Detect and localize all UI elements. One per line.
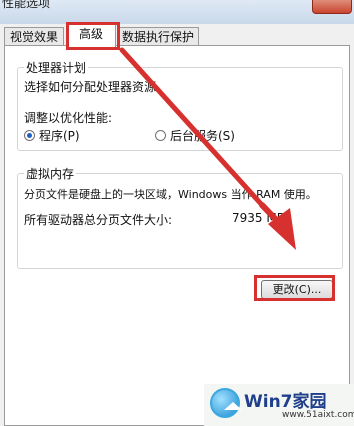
win7-logo-icon — [210, 388, 242, 418]
watermark-brand: Win7家园 — [244, 392, 327, 412]
annotation-arrow-line-1 — [119, 47, 265, 208]
watermark: Win7家园 www.51aixt.com — [204, 384, 354, 426]
annotation-arrows — [119, 47, 296, 250]
watermark-url: www.51aixt.com — [282, 410, 354, 420]
